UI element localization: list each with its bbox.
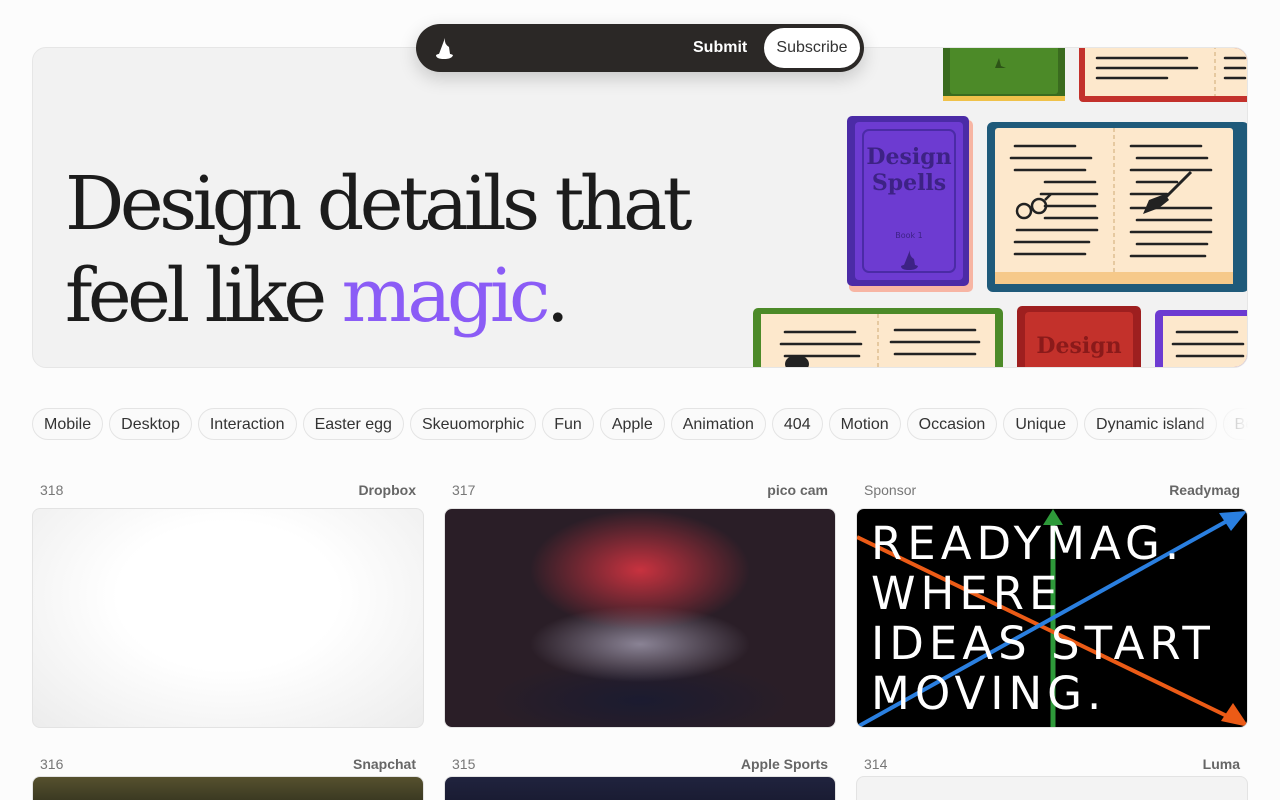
card-number: 318 [40,482,64,498]
headline-period: . [545,253,570,339]
card-pico-cam[interactable]: 317 pico cam [444,478,836,728]
card-readymag-sponsor[interactable]: Sponsor Readymag READYMAG. WHERE IDEAS S… [856,478,1248,728]
card-brand[interactable]: Apple Sports [741,756,828,772]
purple-spellbook: Design Spells Book 1 [847,116,973,292]
tag-interaction[interactable]: Interaction [197,408,297,440]
card-brand[interactable]: Readymag [1169,482,1240,498]
tag-desktop[interactable]: Desktop [109,408,192,440]
card-thumbnail[interactable] [444,776,836,800]
card-brand[interactable]: pico cam [767,482,828,498]
headline-line1: Design details that [65,161,692,247]
card-brand[interactable]: Luma [1203,756,1240,772]
card-luma[interactable]: 314 Luma [856,752,1248,800]
tag-404[interactable]: 404 [771,408,823,440]
card-thumbnail[interactable]: READYMAG. WHERE IDEAS START MOVING. [856,508,1248,728]
blue-open-book [987,122,1247,292]
card-meta: Sponsor Readymag [856,478,1248,502]
tag-skeuomorphic[interactable]: Skeuomorphic [409,408,537,440]
headline-accent-word: magic [341,253,551,339]
card-number: 315 [452,756,476,772]
headline-line2-prefix: feel like [65,253,342,339]
tag-motion[interactable]: Motion [828,408,901,440]
spellbook-title-line2: Spells [872,170,946,196]
card-meta: 314 Luma [856,752,1248,776]
spellbooks-illustration: Design Spells Book 1 Design [753,48,1247,367]
tag-unique[interactable]: Unique [1003,408,1079,440]
card-thumbnail[interactable] [32,776,424,800]
tag-animation[interactable]: Animation [670,408,766,440]
card-snapchat[interactable]: 316 Snapchat [32,752,424,800]
category-tags: Mobile Desktop Interaction Easter egg Skeuom… [32,408,1248,442]
sponsor-label: Sponsor [864,482,917,498]
card-meta: 316 Snapchat [32,752,424,776]
subscribe-button[interactable]: Subscribe [764,28,860,68]
readymag-ad-text: READYMAG. WHERE IDEAS START MOVING. [871,517,1215,720]
spellbook-title-line1: Design [866,144,951,170]
card-meta: 318 Dropbox [32,478,424,502]
red-open-book-top [1079,48,1247,102]
hero-headline: Design details that feel like magic. [65,158,692,342]
green-book-top [943,48,1065,101]
top-nav: Submit Subscribe [416,24,864,72]
tag-occasion[interactable]: Occasion [906,408,998,440]
card-number: 316 [40,756,64,772]
card-number: 314 [864,756,888,772]
submit-link[interactable]: Submit [693,24,747,72]
card-thumbnail[interactable] [444,508,836,728]
card-meta: 317 pico cam [444,478,836,502]
card-thumbnail[interactable] [856,776,1248,800]
tag-fun[interactable]: Fun [542,408,594,440]
tag-easter-egg[interactable]: Easter egg [302,408,404,440]
card-dropbox[interactable]: 318 Dropbox [32,478,424,728]
red-spellbook: Design [1017,306,1141,367]
card-brand[interactable]: Snapchat [353,756,416,772]
hero-banner: Design details that feel like magic. Desi… [32,47,1248,368]
card-brand[interactable]: Dropbox [358,482,416,498]
card-number: 317 [452,482,476,498]
purple-open-book-bottom [1155,310,1247,367]
tags-fade-overlay [1188,408,1248,442]
tag-apple[interactable]: Apple [599,408,665,440]
green-open-book-bottom [753,308,1003,367]
card-thumbnail[interactable] [32,508,424,728]
wizard-hat-icon[interactable] [430,34,458,62]
red-spellbook-title: Design [1036,333,1121,359]
spellbook-subtitle: Book 1 [895,231,923,240]
card-meta: 315 Apple Sports [444,752,836,776]
card-apple-sports[interactable]: 315 Apple Sports [444,752,836,800]
tag-mobile[interactable]: Mobile [32,408,104,440]
